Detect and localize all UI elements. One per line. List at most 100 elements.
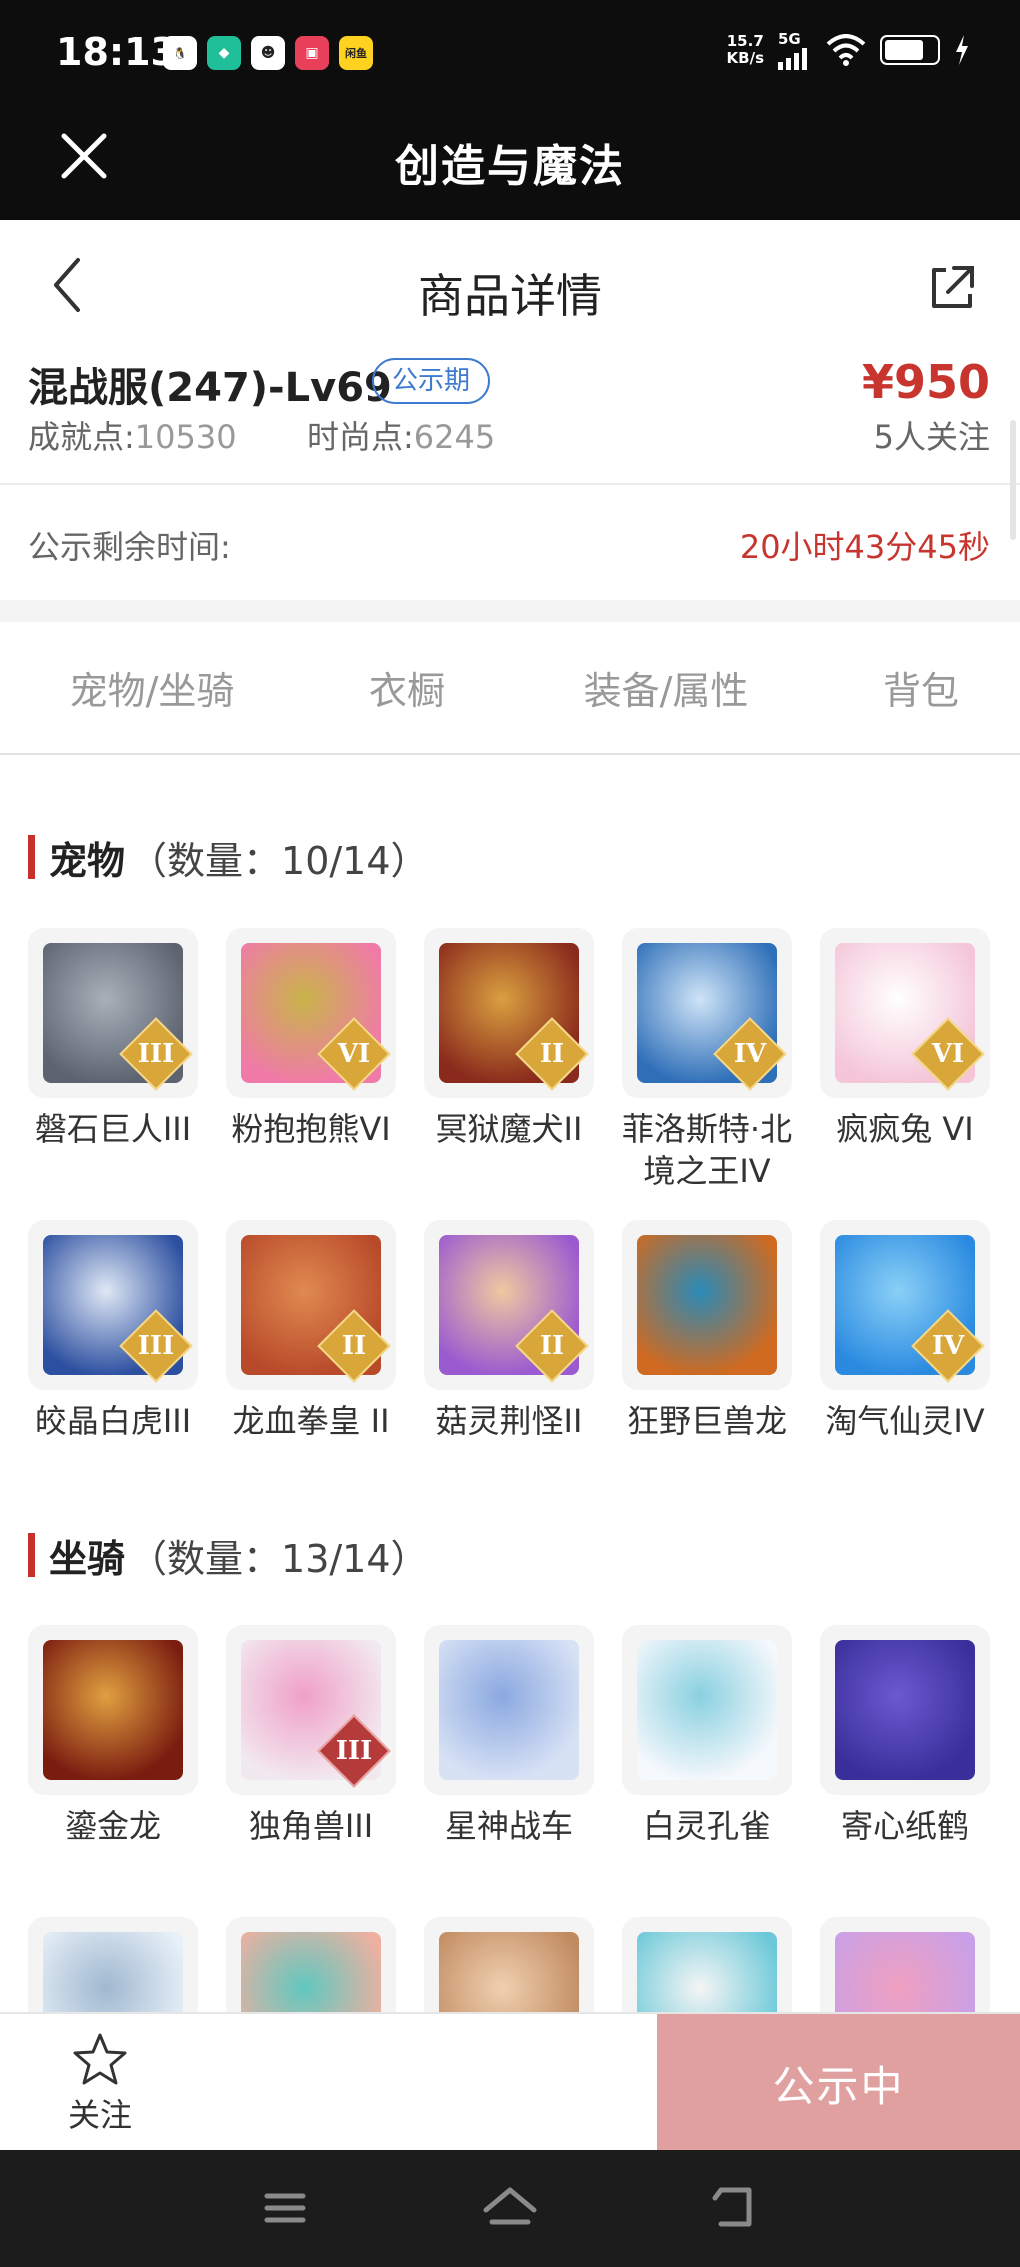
tab-backpack[interactable]: 背包 (822, 622, 1020, 753)
pet-thumbnail (622, 1220, 792, 1390)
mounts-grid: 鎏金龙 III 独角兽III 星神战车 白灵孔雀 寄心纸鹤 (28, 1625, 990, 2012)
mount-thumbnail: III (226, 1625, 396, 1795)
pet-thumbnail: II (424, 1220, 594, 1390)
creature-artwork (241, 1932, 381, 2012)
achievement-value: 10530 (134, 418, 237, 456)
pet-thumbnail: II (424, 928, 594, 1098)
home-icon[interactable] (480, 2180, 540, 2236)
creature-artwork (439, 1640, 579, 1780)
tier-label: IV (733, 1039, 767, 1069)
page-title: 商品详情 (418, 269, 602, 323)
pet-name: 菲洛斯特·北境之王IV (621, 1110, 793, 1190)
pet-item[interactable]: VI 粉抱抱熊VI (226, 928, 396, 1192)
tab-wardrobe[interactable]: 衣橱 (304, 622, 510, 753)
pets-title: 宠物 (49, 838, 126, 883)
pet-thumbnail: VI (226, 928, 396, 1098)
fashion-value: 6245 (413, 418, 496, 456)
pet-item[interactable]: II 菇灵荆怪II (424, 1220, 594, 1442)
pet-item[interactable]: II 龙血拳皇 II (226, 1220, 396, 1442)
mount-thumbnail (820, 1917, 990, 2012)
pets-section-title: 宠物 （数量：10/14） (28, 832, 429, 883)
public-status-button[interactable]: 公示中 (657, 2014, 1020, 2152)
pet-name: 菇灵荆怪II (435, 1402, 583, 1440)
creature-artwork (835, 1932, 975, 2012)
scrollbar[interactable] (1010, 420, 1016, 540)
section-separator (0, 600, 1020, 622)
mount-item[interactable] (28, 1917, 198, 2012)
creature-artwork (43, 1640, 183, 1780)
tab-pets-mounts[interactable]: 宠物/坐骑 (0, 622, 304, 753)
product-name: 混战服(247)-Lv69 (28, 365, 392, 411)
mounts-section-title: 坐骑 （数量：13/14） (28, 1530, 429, 1581)
section-accent-bar (28, 835, 35, 879)
shield-app-icon: ◆ (207, 36, 241, 70)
creature-artwork (637, 1640, 777, 1780)
battery-icon (880, 35, 940, 65)
follow-button[interactable]: 关注 (50, 2032, 150, 2142)
mount-name: 寄心纸鹤 (840, 1807, 969, 1845)
pet-item[interactable]: IV 淘气仙灵IV (820, 1220, 990, 1442)
network-speed: 15.7 KB/s (727, 33, 764, 67)
wifi-icon (826, 34, 866, 66)
pet-item[interactable]: 狂野巨兽龙 (622, 1220, 792, 1442)
tier-label: II (341, 1331, 367, 1361)
mount-thumbnail (424, 1917, 594, 2012)
pet-item[interactable]: IV 菲洛斯特·北境之王IV (622, 928, 792, 1192)
pet-item[interactable]: III 皎晶白虎III (28, 1220, 198, 1442)
fashion-label: 时尚点: (306, 418, 414, 456)
network-speed-unit: KB/s (726, 49, 764, 67)
followers-count: 5人关注 (873, 418, 990, 456)
back-icon[interactable] (705, 2180, 765, 2236)
mount-item[interactable] (424, 1917, 594, 2012)
mount-name: 鎏金龙 (64, 1807, 161, 1845)
product-stats: 成就点:10530 时尚点:6245 (28, 412, 495, 458)
mount-item[interactable] (820, 1917, 990, 2012)
mount-item[interactable]: 寄心纸鹤 (820, 1625, 990, 1847)
mount-name: 星神战车 (444, 1807, 573, 1845)
pet-name: 狂野巨兽龙 (626, 1402, 787, 1440)
star-icon (73, 2033, 127, 2085)
mount-thumbnail (28, 1917, 198, 2012)
pet-name: 龙血拳皇 II (232, 1402, 390, 1440)
system-navigation-bar (0, 2150, 1020, 2267)
mount-item[interactable]: 白灵孔雀 (622, 1625, 792, 1847)
pet-item[interactable]: II 冥狱魔犬II (424, 928, 594, 1192)
share-icon[interactable] (924, 260, 980, 316)
status-badge: 公示期 (372, 358, 491, 404)
mount-item[interactable] (622, 1917, 792, 2012)
pet-item[interactable]: III 磐石巨人III (28, 928, 198, 1192)
tier-label: III (137, 1039, 175, 1069)
tier-label: II (539, 1331, 565, 1361)
menu-icon[interactable] (255, 2180, 315, 2236)
creature-artwork (835, 1640, 975, 1780)
divider (0, 483, 1020, 485)
mount-thumbnail (424, 1625, 594, 1795)
mount-item[interactable]: 鎏金龙 (28, 1625, 198, 1847)
mount-item[interactable] (226, 1917, 396, 2012)
tier-label: II (539, 1039, 565, 1069)
product-price: ¥950 (861, 355, 990, 409)
pet-name: 磐石巨人III (34, 1110, 192, 1148)
pets-grid: III 磐石巨人III VI 粉抱抱熊VI II 冥狱魔犬II IV 菲洛斯特·北境之王IV V… (28, 928, 990, 1442)
pet-thumbnail: III (28, 928, 198, 1098)
pets-count: （数量：10/14） (129, 838, 429, 883)
app-title: 创造与魔法 (395, 141, 625, 192)
mount-item[interactable]: 星神战车 (424, 1625, 594, 1847)
category-tabs: 宠物/坐骑 衣橱 装备/属性 背包 (0, 622, 1020, 755)
mount-thumbnail (820, 1625, 990, 1795)
bottom-action-bar: 关注 公示中 (0, 2012, 1020, 2152)
remaining-time-value: 20小时43分45秒 (739, 528, 990, 566)
mount-thumbnail (622, 1625, 792, 1795)
pet-item[interactable]: VI 疯疯兔 VI (820, 928, 990, 1192)
mask-app-icon: ☻ (251, 36, 285, 70)
mounts-title: 坐骑 (49, 1536, 126, 1581)
tab-equipment[interactable]: 装备/属性 (510, 622, 822, 753)
status-indicators: 15.7 KB/s 5G (727, 30, 970, 70)
tier-label: III (335, 1736, 373, 1766)
network-type: 5G (778, 30, 801, 48)
xianyu-app-icon: 闲鱼 (339, 36, 373, 70)
mount-item[interactable]: III 独角兽III (226, 1625, 396, 1847)
network-speed-value: 15.7 (726, 32, 764, 50)
charging-icon (956, 35, 968, 65)
pet-name: 皎晶白虎III (34, 1402, 192, 1440)
